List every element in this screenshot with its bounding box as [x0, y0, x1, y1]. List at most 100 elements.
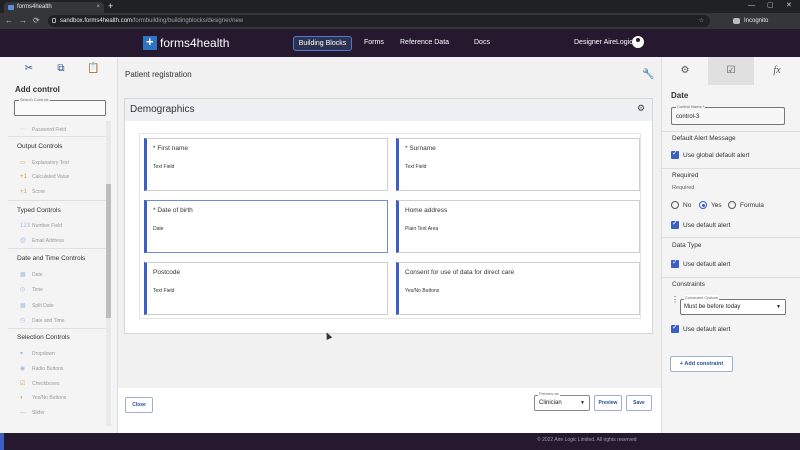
required-use-default-alert-checkbox[interactable]: Use default alert: [671, 219, 730, 230]
required-sublabel: Required: [672, 185, 695, 191]
window-close-icon[interactable]: ✕: [786, 0, 792, 12]
required-radio-yes[interactable]: Yes: [699, 201, 722, 210]
field-home-address[interactable]: Home address Plain Text Area: [396, 200, 640, 253]
radio-icon: ◉: [20, 366, 26, 372]
paste-icon[interactable]: 📋: [87, 63, 99, 75]
preview-as-select[interactable]: Preview as Clinician ▼: [534, 391, 590, 411]
list-item-label: Slider: [32, 410, 45, 416]
cut-icon[interactable]: ✂: [23, 63, 35, 75]
new-tab-button[interactable]: +: [108, 1, 113, 12]
scrollbar-thumb[interactable]: [106, 184, 111, 318]
search-controls-input[interactable]: Search Controls: [14, 97, 106, 116]
required-radio-formula[interactable]: Formula: [728, 201, 764, 210]
clock-icon: ◷: [20, 287, 26, 293]
bookmark-star-icon[interactable]: ☆: [699, 15, 704, 27]
field-first-name[interactable]: * First name Text Field: [144, 138, 388, 191]
score-icon: +1: [20, 189, 27, 195]
list-item-date[interactable]: ▦ Date: [20, 271, 43, 278]
url-path: /formbuilding/buildingblocks/designer/ne…: [132, 18, 244, 24]
list-item-score[interactable]: +1 Score: [20, 189, 45, 195]
list-item-label: Time: [32, 287, 43, 293]
reload-icon[interactable]: ⟳: [33, 15, 40, 27]
chevron-down-icon: ▼: [776, 304, 781, 310]
data-type-heading: Data Type: [672, 242, 702, 249]
copy-icon[interactable]: ⧉: [55, 63, 67, 75]
nav-docs[interactable]: Docs: [474, 36, 490, 51]
logo[interactable]: forms4health: [143, 34, 229, 51]
use-global-default-alert-checkbox[interactable]: Use global default alert: [671, 149, 750, 160]
list-item-radio-buttons[interactable]: ◉ Radio Buttons: [20, 365, 63, 372]
list-item-checkboxes[interactable]: ☑ Checkboxes: [20, 380, 60, 387]
checkbox-label: Use default alert: [683, 326, 731, 333]
incognito-icon: [733, 18, 740, 24]
list-item-split-date[interactable]: ▦ Split Date: [20, 302, 54, 309]
list-item-slider[interactable]: — Slider: [20, 410, 45, 416]
more-options-icon[interactable]: ⋮: [671, 295, 679, 304]
preview-as-value: Clinician: [539, 400, 562, 406]
add-control-title: Add control: [15, 85, 60, 94]
list-item-explanatory-text[interactable]: ▭ Explanatory Text: [20, 159, 69, 166]
field-consent[interactable]: Consent for use of data for direct care …: [396, 262, 640, 315]
constraints-use-default-alert-checkbox[interactable]: Use default alert: [671, 323, 731, 334]
field-surname[interactable]: * Surname Text Field: [396, 138, 640, 191]
section-header[interactable]: Demographics ⚙: [125, 99, 652, 121]
user-name[interactable]: Designer AireLogic: [574, 36, 633, 50]
avatar[interactable]: [632, 36, 644, 48]
add-constraint-button[interactable]: + Add constraint: [670, 356, 733, 372]
list-item-email-address[interactable]: @ Email Address: [20, 238, 64, 244]
list-item-time[interactable]: ◷ Time: [20, 286, 43, 293]
control-name-field[interactable]: Control Name * control-3: [671, 104, 785, 125]
explanatory-text-icon: ▭: [20, 160, 26, 166]
data-type-use-default-alert-checkbox[interactable]: Use default alert: [671, 258, 730, 269]
back-icon[interactable]: ←: [5, 15, 13, 27]
email-icon: @: [20, 238, 27, 244]
designer-canvas: Patient registration 🔧 Demographics ⚙ * …: [118, 57, 661, 433]
calendar-icon: ▦: [20, 272, 26, 278]
properties-panel: ⚙ ☑ fx Date Control Name * control-3 Def…: [661, 57, 800, 433]
list-item-yes-no-buttons[interactable]: ◐ Yes/No Buttons: [20, 395, 66, 401]
category-date-time-controls: Date and Time Controls: [17, 255, 86, 262]
preview-button[interactable]: Preview: [594, 395, 622, 411]
field-postcode[interactable]: Postcode Text Field: [144, 262, 388, 315]
list-item-dropdown[interactable]: ▾ Dropdown: [20, 350, 55, 357]
tab-close-icon[interactable]: ×: [96, 2, 100, 13]
add-control-panel: ✂ ⧉ 📋 Add control Search Controls ⋯ Passw…: [0, 57, 118, 433]
tab-validation-icon[interactable]: ☑: [708, 57, 754, 85]
browser-tab[interactable]: forms4health ×: [4, 2, 104, 13]
divider: [662, 131, 800, 132]
gear-icon[interactable]: ⚙: [637, 103, 645, 114]
checkbox-label: Use global default alert: [683, 152, 750, 159]
incognito-label[interactable]: Incognito: [744, 15, 768, 27]
tab-settings-gear-icon[interactable]: ⚙: [662, 57, 708, 85]
maximize-icon[interactable]: ▢: [767, 0, 774, 12]
field-date-of-birth[interactable]: * Date of birth Date: [144, 200, 388, 253]
forward-icon[interactable]: →: [19, 15, 27, 27]
control-list-scrollbar[interactable]: [106, 121, 111, 426]
close-button[interactable]: Close: [125, 397, 153, 413]
list-item-password-field[interactable]: ⋯ Password Field: [20, 126, 66, 133]
default-alert-heading: Default Alert Message: [672, 135, 736, 142]
category-selection-controls: Selection Controls: [17, 334, 70, 341]
list-item-date-and-time[interactable]: ◷ Date and Time: [20, 317, 65, 324]
list-item-label: Radio Buttons: [32, 366, 64, 372]
minimize-icon[interactable]: —: [748, 0, 755, 12]
list-item-label: Password Field: [32, 127, 67, 133]
list-item-label: Score: [32, 189, 46, 195]
list-item-calculated-value[interactable]: +1 Calculated Value: [20, 174, 69, 180]
constraint-options-select[interactable]: Constraint Options Must be before today …: [680, 295, 786, 315]
tab-formula-icon[interactable]: fx: [754, 57, 800, 85]
nav-building-blocks[interactable]: Building Blocks: [293, 36, 352, 51]
required-radio-no[interactable]: No: [671, 201, 691, 210]
divider: [8, 136, 106, 137]
calendar-icon: ▦: [20, 303, 26, 309]
url-bar[interactable]: sandbox.forms4health.com/formbuilding/bu…: [48, 15, 710, 27]
wrench-icon[interactable]: 🔧: [642, 69, 654, 80]
radio-icon: [671, 201, 679, 210]
save-button[interactable]: Save: [626, 395, 652, 411]
list-item-label: Number Field: [32, 223, 63, 229]
browser-tabbar: forms4health × + — ▢ ✕: [0, 0, 800, 13]
list-item-number-field[interactable]: 123 Number Field: [20, 223, 62, 229]
nav-reference-data[interactable]: Reference Data: [400, 36, 449, 51]
nav-forms[interactable]: Forms: [364, 36, 384, 51]
properties-tabs: ⚙ ☑ fx: [662, 57, 800, 85]
